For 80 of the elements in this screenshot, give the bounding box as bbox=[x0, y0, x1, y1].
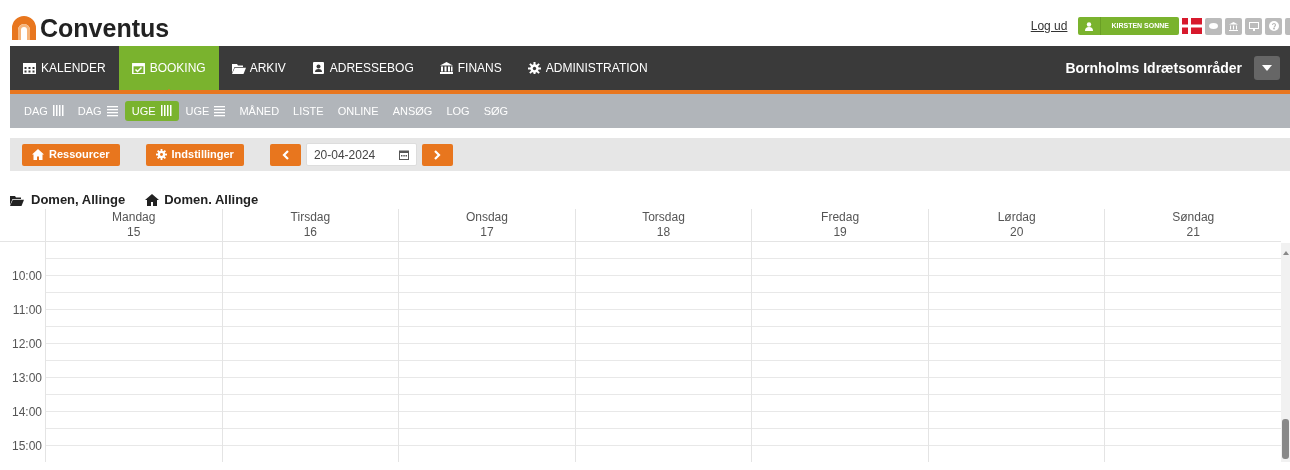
time-label: 14:00 bbox=[11, 405, 42, 419]
day-name: Lørdag bbox=[997, 210, 1036, 225]
nav-tab[interactable]: FINANS bbox=[426, 46, 515, 90]
breadcrumb-label: Domen. Allinge bbox=[164, 191, 259, 210]
previous-button[interactable] bbox=[269, 143, 301, 166]
columns-icon bbox=[160, 105, 172, 117]
day-column[interactable] bbox=[398, 242, 575, 462]
day-date: 17 bbox=[480, 225, 494, 240]
logout-link[interactable]: Log ud bbox=[1030, 17, 1068, 35]
day-name: Mandag bbox=[112, 210, 156, 225]
nav-tab[interactable]: ADMINISTRATION bbox=[514, 46, 661, 90]
day-date: 19 bbox=[833, 225, 847, 240]
time-label: 15:00 bbox=[11, 439, 42, 453]
day-name: Tirsdag bbox=[290, 210, 331, 225]
day-column[interactable] bbox=[45, 242, 222, 462]
danish-flag-icon[interactable] bbox=[1182, 18, 1202, 34]
calendar-icon bbox=[23, 62, 37, 74]
view-tab[interactable]: UGE bbox=[124, 101, 179, 121]
day-date: 18 bbox=[656, 225, 671, 240]
toolbar-icon[interactable] bbox=[1285, 17, 1290, 35]
address-book-icon bbox=[311, 62, 326, 74]
next-button[interactable] bbox=[421, 143, 453, 166]
scroll-up-icon[interactable] bbox=[1283, 251, 1289, 255]
home-icon bbox=[32, 149, 44, 160]
view-tab[interactable]: MÅNED bbox=[239, 101, 280, 121]
day-date: 20 bbox=[1010, 225, 1024, 240]
day-column[interactable] bbox=[751, 242, 928, 462]
caret-icon bbox=[1262, 65, 1272, 71]
day-name: Fredag bbox=[821, 210, 860, 225]
day-column[interactable] bbox=[221, 242, 399, 462]
day-name: Torsdag bbox=[642, 210, 685, 225]
folder-icon bbox=[10, 194, 26, 206]
scroll-thumb[interactable] bbox=[1282, 419, 1289, 459]
view-tab[interactable]: UGE bbox=[185, 101, 226, 121]
chevron-right-icon bbox=[433, 149, 441, 160]
scrollbar[interactable] bbox=[1281, 243, 1290, 462]
settings-icon bbox=[155, 149, 167, 160]
time-label: 10:00 bbox=[11, 269, 42, 283]
person-icon bbox=[1085, 21, 1094, 31]
day-date: 15 bbox=[127, 225, 141, 240]
calendar-icon bbox=[398, 149, 409, 160]
columns-icon bbox=[52, 105, 64, 117]
view-tab[interactable]: SØG bbox=[483, 101, 509, 121]
date-field[interactable]: 20-04-2024 bbox=[305, 143, 417, 166]
nav-tab[interactable]: KALENDER bbox=[10, 46, 119, 90]
monitor-icon[interactable] bbox=[1245, 17, 1262, 35]
logo-text: Conventus bbox=[40, 15, 170, 41]
home-icon bbox=[145, 194, 160, 206]
calendar-check-icon bbox=[131, 62, 146, 74]
organization-name: Bornholms Idrætsområder bbox=[1065, 58, 1242, 78]
view-tab[interactable]: DAG bbox=[77, 101, 118, 121]
chevron-left-icon bbox=[281, 149, 289, 160]
day-name: Søndag bbox=[1172, 210, 1215, 225]
time-label: 12:00 bbox=[11, 337, 42, 351]
view-tab[interactable]: ANSØG bbox=[392, 101, 433, 121]
view-tab[interactable]: LISTE bbox=[293, 101, 324, 121]
time-label: 13:00 bbox=[11, 371, 42, 385]
nav-tab[interactable]: ARKIV bbox=[218, 46, 299, 90]
help-icon[interactable] bbox=[1265, 17, 1282, 35]
day-date: 16 bbox=[303, 225, 318, 240]
view-tab[interactable]: LOG bbox=[446, 101, 470, 121]
rows-icon bbox=[214, 105, 226, 117]
breadcrumb-label: Domen, Allinge bbox=[31, 191, 126, 210]
logo-icon bbox=[10, 14, 38, 42]
bank-icon[interactable] bbox=[1225, 17, 1242, 35]
settings-icon bbox=[527, 62, 542, 74]
day-column[interactable] bbox=[927, 242, 1105, 462]
folder-icon bbox=[231, 62, 246, 74]
resources-button[interactable]: Ressourcer bbox=[22, 143, 120, 166]
bank-icon bbox=[439, 62, 454, 74]
day-date: 21 bbox=[1186, 225, 1200, 240]
rows-icon bbox=[106, 105, 118, 117]
nav-tab[interactable]: ADRESSEBOG bbox=[298, 46, 427, 90]
dropdown-button[interactable] bbox=[1254, 56, 1280, 80]
time-label: 11:00 bbox=[12, 303, 42, 317]
settings-button[interactable]: Indstillinger bbox=[145, 143, 244, 166]
view-tab[interactable]: ONLINE bbox=[337, 101, 379, 121]
view-tab[interactable]: DAG bbox=[24, 101, 64, 121]
day-name: Onsdag bbox=[465, 210, 508, 225]
day-column[interactable] bbox=[574, 242, 752, 462]
